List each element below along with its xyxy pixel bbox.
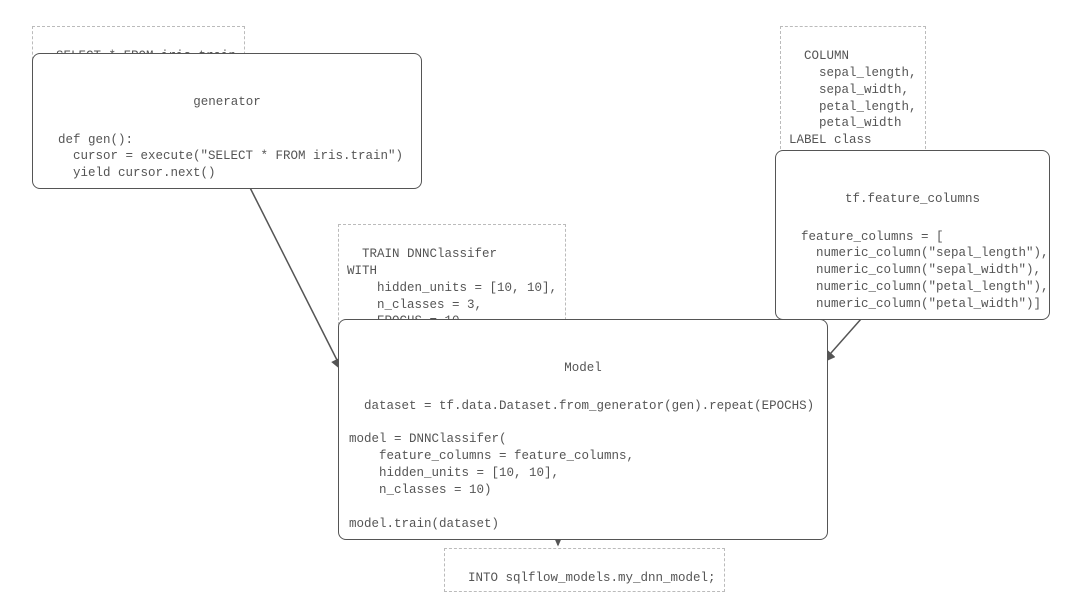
feature-columns-title: tf.feature_columns — [786, 191, 1039, 208]
model-code: dataset = tf.data.Dataset.from_generator… — [349, 399, 814, 531]
model-box: Model dataset = tf.data.Dataset.from_gen… — [338, 319, 828, 540]
feature-columns-box: tf.feature_columns feature_columns = [ n… — [775, 150, 1050, 320]
generator-title: generator — [43, 94, 411, 111]
model-title: Model — [349, 360, 817, 377]
sql-column-box: COLUMN sepal_length, sepal_width, petal_… — [780, 26, 926, 154]
sql-column-text: COLUMN sepal_length, sepal_width, petal_… — [789, 49, 917, 147]
generator-code: def gen(): cursor = execute("SELECT * FR… — [43, 133, 403, 181]
sql-into-text: INTO sqlflow_models.my_dnn_model; — [468, 571, 716, 585]
feature-columns-code: feature_columns = [ numeric_column("sepa… — [786, 230, 1049, 312]
sql-train-text: TRAIN DNNClassifer WITH hidden_units = [… — [347, 247, 557, 329]
sql-into-box: INTO sqlflow_models.my_dnn_model; — [444, 548, 725, 592]
generator-box: generator def gen(): cursor = execute("S… — [32, 53, 422, 189]
